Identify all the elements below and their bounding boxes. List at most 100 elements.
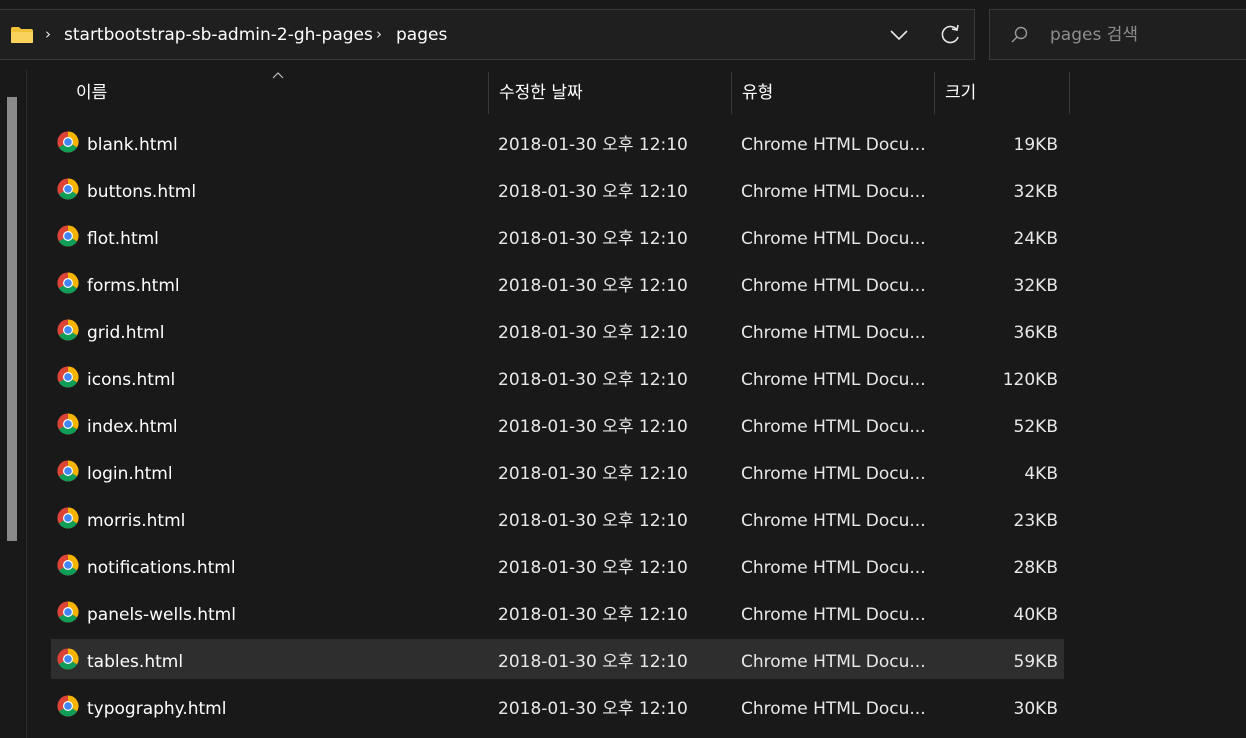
file-row[interactable]: blank.html 2018-01-30 오후 12:10 Chrome HTML…: [51, 122, 1064, 162]
file-modified-date: 2018-01-30 오후 12:10: [498, 370, 688, 390]
chrome-html-icon: [57, 601, 79, 623]
folder-icon: [11, 27, 33, 43]
chrome-html-icon: [57, 178, 79, 200]
file-size: 30KB: [1013, 699, 1058, 719]
breadcrumb-item-current[interactable]: pages: [396, 24, 447, 46]
column-header-size[interactable]: 크기: [945, 70, 976, 116]
chevron-right-icon[interactable]: ›: [372, 24, 386, 44]
file-type: Chrome HTML Docu...: [741, 699, 926, 719]
file-size: 40KB: [1013, 605, 1058, 625]
file-row[interactable]: typography.html 2018-01-30 오후 12:10 Chrome…: [51, 686, 1064, 726]
column-divider[interactable]: [1069, 72, 1070, 114]
file-modified-date: 2018-01-30 오후 12:10: [498, 135, 688, 155]
pane-divider[interactable]: [26, 70, 27, 738]
column-divider[interactable]: [934, 72, 935, 114]
file-type: Chrome HTML Docu...: [741, 182, 926, 202]
chrome-html-icon: [57, 131, 79, 153]
search-placeholder[interactable]: pages 검색: [1050, 24, 1138, 46]
file-size: 36KB: [1013, 323, 1058, 343]
file-name: typography.html: [87, 699, 227, 719]
file-modified-date: 2018-01-30 오후 12:10: [498, 652, 688, 672]
search-icon: [1011, 26, 1028, 43]
breadcrumb-item-root[interactable]: startbootstrap-sb-admin-2-gh-pages: [64, 24, 373, 46]
file-modified-date: 2018-01-30 오후 12:10: [498, 229, 688, 249]
column-divider[interactable]: [731, 72, 732, 114]
chevron-down-icon[interactable]: [882, 20, 916, 50]
file-size: 23KB: [1013, 511, 1058, 531]
file-row[interactable]: index.html 2018-01-30 오후 12:10 Chrome HTML…: [51, 404, 1064, 444]
file-row[interactable]: buttons.html 2018-01-30 오후 12:10 Chrome HT…: [51, 169, 1064, 209]
file-modified-date: 2018-01-30 오후 12:10: [498, 276, 688, 296]
file-type: Chrome HTML Docu...: [741, 464, 926, 484]
file-size: 28KB: [1013, 558, 1058, 578]
file-row[interactable]: flot.html 2018-01-30 오후 12:10 Chrome HTML …: [51, 216, 1064, 256]
file-size: 32KB: [1013, 182, 1058, 202]
chrome-html-icon: [57, 460, 79, 482]
file-modified-date: 2018-01-30 오후 12:10: [498, 323, 688, 343]
file-name: forms.html: [87, 276, 180, 296]
file-size: 32KB: [1013, 276, 1058, 296]
search-input[interactable]: pages 검색: [989, 9, 1246, 60]
file-name: notifications.html: [87, 558, 236, 578]
file-type: Chrome HTML Docu...: [741, 229, 926, 249]
file-name: blank.html: [87, 135, 178, 155]
file-size: 24KB: [1013, 229, 1058, 249]
file-row[interactable]: morris.html 2018-01-30 오후 12:10 Chrome HTM…: [51, 498, 1064, 538]
file-name: grid.html: [87, 323, 165, 343]
file-size: 120KB: [1002, 370, 1058, 390]
file-type: Chrome HTML Docu...: [741, 652, 926, 672]
column-header-date[interactable]: 수정한 날짜: [499, 70, 583, 116]
file-modified-date: 2018-01-30 오후 12:10: [498, 511, 688, 531]
chrome-html-icon: [57, 319, 79, 341]
navigation-scrollbar[interactable]: [7, 97, 17, 541]
file-modified-date: 2018-01-30 오후 12:10: [498, 605, 688, 625]
column-header-row: 이름 수정한 날짜 유형 크기: [27, 70, 1246, 116]
address-bar[interactable]: › startbootstrap-sb-admin-2-gh-pages › p…: [0, 9, 975, 60]
file-name: flot.html: [87, 229, 159, 249]
file-modified-date: 2018-01-30 오후 12:10: [498, 558, 688, 578]
file-modified-date: 2018-01-30 오후 12:10: [498, 417, 688, 437]
chrome-html-icon: [57, 366, 79, 388]
chevron-right-icon[interactable]: ›: [41, 24, 55, 44]
file-row[interactable]: grid.html 2018-01-30 오후 12:10 Chrome HTML …: [51, 310, 1064, 350]
file-name: icons.html: [87, 370, 176, 390]
chrome-html-icon: [57, 695, 79, 717]
file-type: Chrome HTML Docu...: [741, 135, 926, 155]
file-name: tables.html: [87, 652, 184, 672]
chrome-html-icon: [57, 272, 79, 294]
file-size: 59KB: [1013, 652, 1058, 672]
file-modified-date: 2018-01-30 오후 12:10: [498, 464, 688, 484]
file-type: Chrome HTML Docu...: [741, 558, 926, 578]
file-type: Chrome HTML Docu...: [741, 323, 926, 343]
file-row[interactable]: notifications.html 2018-01-30 오후 12:10 Chr…: [51, 545, 1064, 585]
file-name: panels-wells.html: [87, 605, 236, 625]
chrome-html-icon: [57, 648, 79, 670]
sort-up-icon: [272, 72, 284, 79]
file-size: 52KB: [1013, 417, 1058, 437]
file-name: morris.html: [87, 511, 186, 531]
file-row[interactable]: tables.html 2018-01-30 오후 12:10 Chrome HTM…: [51, 639, 1064, 679]
chrome-html-icon: [57, 413, 79, 435]
file-row[interactable]: icons.html 2018-01-30 오후 12:10 Chrome HTML…: [51, 357, 1064, 397]
chrome-html-icon: [57, 507, 79, 529]
file-name: buttons.html: [87, 182, 197, 202]
file-type: Chrome HTML Docu...: [741, 417, 926, 437]
chrome-html-icon: [57, 225, 79, 247]
file-name: login.html: [87, 464, 173, 484]
column-header-name[interactable]: 이름: [76, 70, 107, 116]
file-size: 19KB: [1013, 135, 1058, 155]
file-type: Chrome HTML Docu...: [741, 276, 926, 296]
file-modified-date: 2018-01-30 오후 12:10: [498, 699, 688, 719]
refresh-icon[interactable]: [933, 20, 967, 50]
file-modified-date: 2018-01-30 오후 12:10: [498, 182, 688, 202]
file-row[interactable]: login.html 2018-01-30 오후 12:10 Chrome HTML…: [51, 451, 1064, 491]
chrome-html-icon: [57, 554, 79, 576]
file-type: Chrome HTML Docu...: [741, 605, 926, 625]
file-row[interactable]: forms.html 2018-01-30 오후 12:10 Chrome HTML…: [51, 263, 1064, 303]
top-bar: › startbootstrap-sb-admin-2-gh-pages › p…: [0, 0, 1246, 70]
column-header-type[interactable]: 유형: [742, 70, 773, 116]
column-divider[interactable]: [488, 72, 489, 114]
file-size: 4KB: [1024, 464, 1058, 484]
file-row[interactable]: panels-wells.html 2018-01-30 오후 12:10 Chro…: [51, 592, 1064, 632]
file-name: index.html: [87, 417, 178, 437]
